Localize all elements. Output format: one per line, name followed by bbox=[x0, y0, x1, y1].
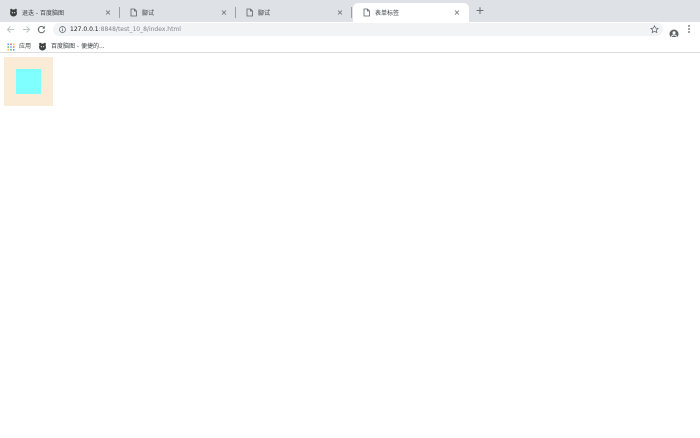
tab-1[interactable]: 退迭 - 百度脑图 × bbox=[0, 3, 120, 22]
close-icon[interactable]: × bbox=[104, 8, 112, 17]
back-button[interactable] bbox=[5, 24, 16, 35]
page-content bbox=[0, 54, 700, 438]
tab-2[interactable]: 腳试 × bbox=[120, 3, 236, 22]
arrow-left-icon bbox=[6, 26, 14, 33]
kebab-menu-icon[interactable] bbox=[686, 24, 692, 34]
tab-3[interactable]: 腳试 × bbox=[236, 3, 352, 22]
close-icon[interactable]: × bbox=[453, 8, 461, 17]
address-bar[interactable]: 127.0.0.1:8848/test_10_8/index.html bbox=[53, 23, 663, 36]
new-tab-button[interactable]: + bbox=[474, 5, 486, 17]
bookmark-apps[interactable]: 应用 bbox=[7, 40, 32, 51]
url-path: :8848/test_10_8/index.html bbox=[98, 26, 181, 33]
document-icon bbox=[129, 8, 138, 17]
tab-title: 退迭 - 百度脑图 bbox=[22, 10, 64, 17]
star-icon[interactable] bbox=[650, 25, 659, 34]
close-icon[interactable]: × bbox=[220, 8, 228, 17]
document-icon bbox=[245, 8, 254, 17]
url-host: 127.0.0.1 bbox=[70, 26, 99, 33]
browser-toolbar: 127.0.0.1:8848/test_10_8/index.html bbox=[0, 22, 700, 37]
inner-box bbox=[16, 69, 41, 94]
apps-grid-icon bbox=[7, 36, 15, 55]
tab-4-active[interactable]: 表单标签 × bbox=[353, 3, 469, 22]
document-icon bbox=[362, 8, 371, 17]
tab-title: 表单标签 bbox=[375, 10, 400, 17]
arrow-right-icon bbox=[23, 26, 31, 33]
outer-box bbox=[4, 57, 53, 106]
bookmarks-bar: 应用 百度脑图 - 便捷的... bbox=[0, 37, 700, 53]
baidu-naotu-icon bbox=[9, 8, 18, 17]
tab-title: 腳试 bbox=[258, 10, 271, 17]
bookmark-baidu-naotu[interactable]: 百度脑图 - 便捷的... bbox=[38, 40, 105, 50]
bookmark-label: 应用 bbox=[19, 42, 32, 50]
baidu-naotu-icon bbox=[38, 36, 47, 55]
reload-button[interactable] bbox=[36, 24, 47, 35]
info-icon[interactable] bbox=[59, 26, 66, 33]
reload-icon bbox=[37, 25, 46, 34]
profile-avatar-icon[interactable] bbox=[669, 24, 679, 39]
close-icon[interactable]: × bbox=[336, 8, 344, 17]
tab-title: 腳试 bbox=[142, 10, 155, 17]
tab-strip: 退迭 - 百度脑图 × 腳试 × 腳试 × 表单标签 × + bbox=[0, 0, 700, 22]
forward-button[interactable] bbox=[21, 24, 32, 35]
bookmark-label: 百度脑图 - 便捷的... bbox=[51, 42, 105, 50]
url-text: 127.0.0.1:8848/test_10_8/index.html bbox=[70, 26, 181, 33]
